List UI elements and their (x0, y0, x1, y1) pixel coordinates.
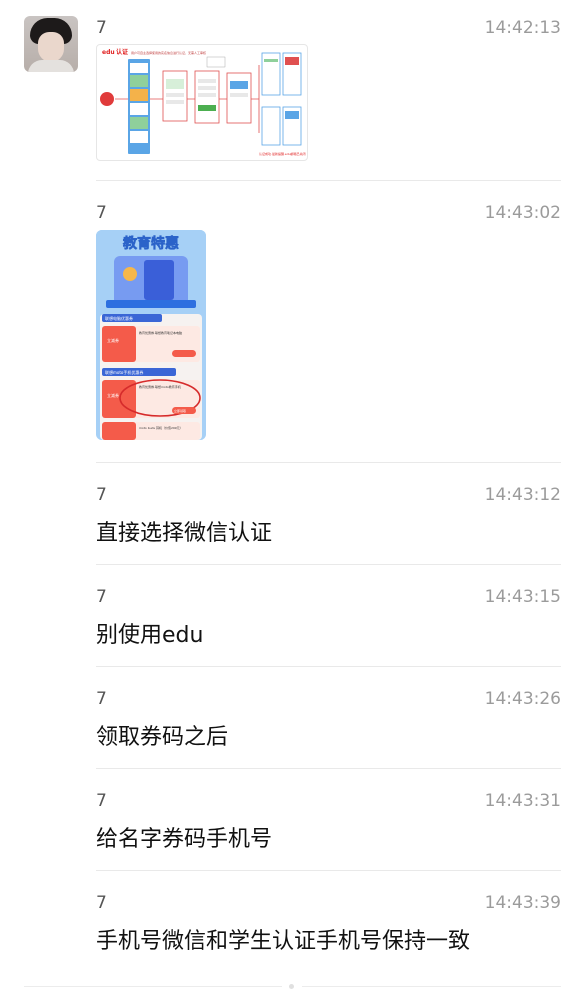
coupon1-text: 教育优惠券·联想教育笔记本电脑 (139, 330, 182, 335)
claim-btn-text: 立即领取 (174, 408, 186, 413)
message-time: 14:43:15 (484, 587, 561, 607)
sender-name[interactable]: 7 (96, 587, 107, 607)
promo-banner: 教育特惠 (123, 235, 179, 252)
message-divider (96, 768, 561, 769)
message-text[interactable]: 手机号微信和学生认证手机号保持一致 (96, 923, 470, 955)
message-divider (96, 462, 561, 463)
message-time: 14:42:13 (484, 18, 561, 38)
message-text[interactable]: 领取券码之后 (96, 719, 228, 751)
promo-thumbnail: 教育特惠 联想电脑优惠券 立减券 教育优惠券·联想教育笔记本电脑 联想moto手… (96, 230, 206, 440)
message-divider (96, 666, 561, 667)
step-screen-6a (261, 106, 281, 146)
message-time: 14:43:39 (484, 893, 561, 913)
message-divider (96, 870, 561, 871)
message-divider (96, 564, 561, 565)
message-time: 14:43:26 (484, 689, 561, 709)
message-time: 14:43:02 (484, 203, 561, 223)
avatar[interactable] (24, 16, 78, 72)
message-text[interactable]: 直接选择微信认证 (96, 515, 272, 547)
sender-name[interactable]: 7 (96, 791, 107, 811)
image-attachment-flowchart[interactable]: edu 认证 用户可自主选择使用的实名信息进行认证，无需人工审核 认证成功·最新… (96, 44, 308, 161)
start-badge (100, 92, 114, 106)
separator-dot (289, 984, 294, 989)
thumb-subtitle: 用户可自主选择使用的实名信息进行认证，无需人工审核 (131, 50, 206, 55)
sender-name[interactable]: 7 (96, 485, 107, 505)
sender-name[interactable]: 7 (96, 893, 107, 913)
section2-label: 联想moto手机优惠券 (105, 369, 143, 375)
coupon-left-label: 立减券 (107, 337, 119, 343)
message-time: 14:43:31 (484, 791, 561, 811)
thumb-footer: 认证成功·最新提醒·edu邮箱已关闭 (259, 151, 306, 156)
coupon3-text: moto buds 耳机（价值299元） (139, 425, 183, 430)
thumb-title: edu (102, 49, 115, 56)
coupon2-text: 教育优惠券·联想moto教育手机 (139, 384, 181, 389)
image-attachment-promo[interactable]: 教育特惠 联想电脑优惠券 立减券 教育优惠券·联想教育笔记本电脑 联想moto手… (96, 230, 206, 440)
coupon-left-label-2: 立减券 (107, 392, 119, 398)
sender-name[interactable]: 7 (96, 18, 107, 38)
section1-label: 联想电脑优惠券 (105, 315, 133, 321)
bottom-separator-left (24, 986, 282, 987)
avatar-shirt (28, 60, 74, 72)
step-screen-4 (226, 72, 252, 124)
thumb-title2: 认证 (116, 48, 128, 56)
message-time: 14:43:12 (484, 485, 561, 505)
flowchart-thumbnail: edu 认证 用户可自主选择使用的实名信息进行认证，无需人工审核 认证成功·最新… (100, 48, 306, 156)
message-text[interactable]: 给名字券码手机号 (96, 821, 272, 853)
sender-name[interactable]: 7 (96, 689, 107, 709)
message-text[interactable]: 别使用edu (96, 617, 203, 649)
sender-name[interactable]: 7 (96, 203, 107, 223)
message-divider (96, 180, 561, 181)
avatar-face (38, 32, 64, 62)
bottom-separator-right (302, 986, 561, 987)
